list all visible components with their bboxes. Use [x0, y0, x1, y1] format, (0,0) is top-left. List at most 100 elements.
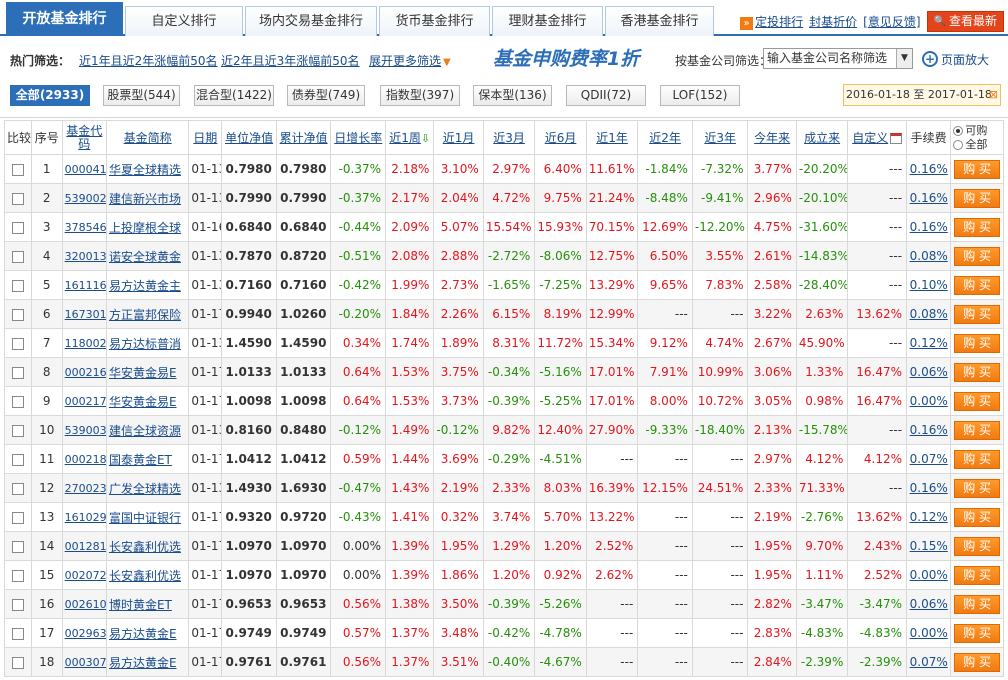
type-qdii-button[interactable]: QDII(72)	[566, 85, 646, 106]
closed-discount-link[interactable]: 封基折价	[809, 13, 857, 30]
buy-button[interactable]: 购 买	[954, 246, 1001, 266]
compare-checkbox-cell[interactable]	[4, 328, 32, 358]
compare-checkbox[interactable]	[11, 337, 24, 350]
compare-checkbox[interactable]	[11, 279, 24, 292]
compare-checkbox[interactable]	[11, 627, 24, 640]
compare-checkbox-cell[interactable]	[4, 415, 32, 445]
compare-checkbox[interactable]	[11, 540, 24, 553]
type-bond-button[interactable]: 债券型(749)	[287, 85, 365, 106]
type-all-button[interactable]: 全部(2933)	[10, 85, 90, 106]
cell-code[interactable]: 000307	[61, 647, 107, 677]
buy-button[interactable]: 购 买	[954, 304, 1001, 324]
buy-button[interactable]: 购 买	[954, 478, 1001, 498]
buy-button[interactable]: 购 买	[954, 623, 1001, 643]
compare-checkbox-cell[interactable]	[4, 299, 32, 329]
buy-button[interactable]: 购 买	[954, 652, 1001, 672]
buy-button[interactable]: 购 买	[954, 565, 1001, 585]
cell-fee[interactable]: 0.00%	[906, 560, 952, 590]
compare-checkbox[interactable]	[11, 569, 24, 582]
cell-fee[interactable]: 0.07%	[906, 444, 952, 474]
compare-checkbox-cell[interactable]	[4, 154, 32, 184]
compare-checkbox[interactable]	[11, 598, 24, 611]
tab-money-fund-ranking[interactable]: 货币基金排行	[379, 6, 490, 36]
cell-name[interactable]: 长安鑫利优选	[105, 560, 190, 590]
cell-name[interactable]: 易方达黄金E	[105, 647, 190, 677]
cell-name[interactable]: 易方达标普消	[105, 328, 190, 358]
cell-fee[interactable]: 0.15%	[906, 531, 952, 561]
cell-code[interactable]: 167301	[61, 299, 107, 329]
cell-fee[interactable]: 0.16%	[906, 154, 952, 184]
cell-code[interactable]: 539003	[61, 415, 107, 445]
cell-code[interactable]: 000217	[61, 386, 107, 416]
buy-button[interactable]: 购 买	[954, 420, 1001, 440]
cell-fee[interactable]: 0.10%	[906, 270, 952, 300]
cell-name[interactable]: 广发全球精选	[105, 473, 190, 503]
cell-fee[interactable]: 0.16%	[906, 183, 952, 213]
cell-code[interactable]: 002072	[61, 560, 107, 590]
tab-wealth-fund-ranking[interactable]: 理财基金排行	[492, 6, 603, 36]
tab-custom-ranking[interactable]: 自定义排行	[125, 6, 243, 36]
cell-name[interactable]: 方正富邦保险	[105, 299, 190, 329]
hot-filter-link-1[interactable]: 近1年且近2年涨幅前50名	[79, 52, 218, 69]
close-icon[interactable]: ⊠	[989, 85, 998, 105]
cell-name[interactable]: 上投摩根全球	[105, 212, 190, 242]
tab-open-fund-ranking[interactable]: 开放基金排行	[6, 2, 123, 36]
cell-fee[interactable]: 0.00%	[906, 386, 952, 416]
fee-promo-banner[interactable]: 基金申购费率1折	[493, 44, 639, 71]
company-filter-select[interactable]: 输入基金公司名称筛选 ▼	[763, 48, 913, 69]
compare-checkbox[interactable]	[11, 163, 24, 176]
feedback-link[interactable]: [意见反馈]	[863, 13, 920, 30]
col-1w[interactable]: 近1周⇩	[385, 120, 435, 155]
compare-checkbox[interactable]	[11, 453, 24, 466]
buy-button[interactable]: 购 买	[954, 159, 1001, 179]
compare-checkbox-cell[interactable]	[4, 386, 32, 416]
cell-fee[interactable]: 0.16%	[906, 473, 952, 503]
type-hybrid-button[interactable]: 混合型(1422)	[194, 85, 274, 106]
buy-button[interactable]: 购 买	[954, 217, 1001, 237]
cell-fee[interactable]: 0.07%	[906, 647, 952, 677]
cell-code[interactable]: 320013	[61, 241, 107, 271]
col-6m[interactable]: 近6月	[534, 120, 587, 155]
compare-checkbox-cell[interactable]	[4, 444, 32, 474]
compare-checkbox[interactable]	[11, 511, 24, 524]
custom-rank-link[interactable]: » 定投排行	[740, 13, 803, 30]
expand-filter-link[interactable]: 展开更多筛选 ▼	[369, 52, 451, 69]
col-3y[interactable]: 近3年	[691, 120, 749, 155]
buy-button[interactable]: 购 买	[954, 362, 1001, 382]
compare-checkbox[interactable]	[11, 395, 24, 408]
compare-checkbox-cell[interactable]	[4, 241, 32, 271]
cell-name[interactable]: 诺安全球黄金	[105, 241, 190, 271]
col-code[interactable]: 基金代码	[61, 120, 107, 155]
buy-button[interactable]: 购 买	[954, 507, 1001, 527]
cell-name[interactable]: 博时黄金ET	[105, 589, 190, 619]
buy-button[interactable]: 购 买	[954, 188, 1001, 208]
cell-code[interactable]: 000218	[61, 444, 107, 474]
col-day[interactable]: 日增长率	[330, 120, 387, 155]
col-2y[interactable]: 近2年	[637, 120, 693, 155]
cell-fee[interactable]: 0.06%	[906, 589, 952, 619]
compare-checkbox[interactable]	[11, 221, 24, 234]
compare-checkbox-cell[interactable]	[4, 473, 32, 503]
cell-fee[interactable]: 0.16%	[906, 415, 952, 445]
compare-checkbox-cell[interactable]	[4, 589, 32, 619]
compare-checkbox[interactable]	[11, 482, 24, 495]
calendar-icon[interactable]	[890, 133, 903, 144]
compare-checkbox-cell[interactable]	[4, 212, 32, 242]
compare-checkbox-cell[interactable]	[4, 270, 32, 300]
buy-button[interactable]: 购 买	[954, 391, 1001, 411]
compare-checkbox[interactable]	[11, 250, 24, 263]
cell-fee[interactable]: 0.16%	[906, 212, 952, 242]
type-index-button[interactable]: 指数型(397)	[380, 85, 460, 106]
buy-button[interactable]: 购 买	[954, 594, 1001, 614]
cell-name[interactable]: 华安黄金易E	[105, 386, 190, 416]
zoom-button[interactable]: + 页面放大	[922, 48, 989, 70]
type-stock-button[interactable]: 股票型(544)	[103, 85, 180, 106]
buy-button[interactable]: 购 买	[954, 536, 1001, 556]
cell-code[interactable]: 001281	[61, 531, 107, 561]
refresh-button[interactable]: 🔍 查看最新	[926, 10, 1004, 32]
buy-button[interactable]: 购 买	[954, 275, 1001, 295]
buy-button[interactable]: 购 买	[954, 449, 1001, 469]
hot-filter-link-2[interactable]: 近2年且近3年涨幅前50名	[221, 52, 360, 69]
col-ytd[interactable]: 今年来	[747, 120, 797, 155]
compare-checkbox-cell[interactable]	[4, 502, 32, 532]
